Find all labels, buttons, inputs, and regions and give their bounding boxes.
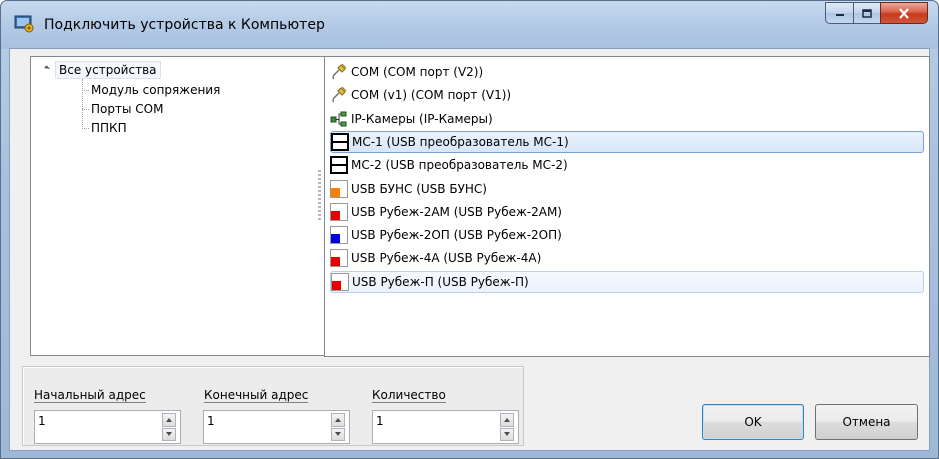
- device-label: COM (COM порт (V2)): [351, 65, 484, 79]
- tree-item-ppkp[interactable]: ППКП: [82, 119, 127, 137]
- count-up-button[interactable]: [500, 413, 514, 427]
- device-label: COM (v1) (COM порт (V1)): [351, 88, 512, 103]
- device-label: МС-1 (USB преобразователь МС-1): [352, 134, 569, 149]
- device-list[interactable]: COM (COM порт (V2)) COM (v1) (COM порт (V…: [324, 56, 930, 357]
- device-label: USB Рубеж-2ОП (USB Рубеж-2ОП): [351, 228, 562, 243]
- device-list-item[interactable]: USB Рубеж-4А (USB Рубеж-4А): [330, 247, 541, 269]
- app-icon: [14, 15, 34, 33]
- count-label: Количество: [372, 388, 446, 403]
- arrow-down-icon: [504, 432, 510, 437]
- device-square-icon: [330, 226, 348, 245]
- tree-connector: [82, 89, 89, 91]
- tree-item-interface-module[interactable]: Модуль сопряжения: [82, 81, 220, 99]
- device-tree[interactable]: Все устройства Модуль сопряжения Порты C…: [30, 56, 325, 356]
- end-address-value[interactable]: 1: [207, 414, 215, 428]
- converter-icon: [330, 156, 348, 175]
- start-address-label: Начальный адрес: [34, 388, 146, 403]
- address-panel: Начальный адрес 1 Конечный адрес 1 Колич…: [22, 366, 524, 446]
- arrow-up-icon: [504, 417, 510, 422]
- arrow-up-icon: [166, 417, 172, 422]
- title-bar[interactable]: Подключить устройства к Компьютер: [1, 1, 938, 49]
- close-icon: [899, 7, 909, 19]
- device-label: USB Рубеж-4А (USB Рубеж-4А): [351, 251, 542, 266]
- ok-button[interactable]: OK: [702, 404, 804, 440]
- device-list-item[interactable]: COM (COM порт (V2)): [330, 61, 483, 83]
- com-plug-icon: [330, 63, 348, 81]
- tree-item-com-ports[interactable]: Порты COM: [82, 100, 163, 118]
- end-address-spinner[interactable]: 1: [203, 410, 350, 444]
- start-address-spinner[interactable]: 1: [34, 410, 181, 444]
- start-address-up-button[interactable]: [162, 413, 176, 427]
- device-square-icon: [330, 202, 348, 221]
- tree-connector: [82, 108, 89, 110]
- device-square-icon: [330, 179, 348, 198]
- end-address-up-button[interactable]: [331, 413, 345, 427]
- device-list-item[interactable]: COM (v1) (COM порт (V1)): [330, 84, 511, 106]
- tree-item-label: Порты COM: [91, 102, 164, 116]
- start-address-down-button[interactable]: [162, 427, 176, 441]
- tree-item-label: Модуль сопряжения: [91, 83, 221, 97]
- minimize-icon: [835, 14, 844, 16]
- network-icon: [330, 110, 348, 128]
- arrow-down-icon: [335, 432, 341, 437]
- end-address-label: Конечный адрес: [204, 388, 309, 403]
- device-list-item[interactable]: IP-Камеры (IP-Камеры): [330, 108, 493, 130]
- device-label: IP-Камеры (IP-Камеры): [351, 111, 493, 126]
- arrow-down-icon: [166, 432, 172, 437]
- count-down-button[interactable]: [500, 427, 514, 441]
- device-list-item[interactable]: МС-1 (USB преобразователь МС-1): [330, 130, 924, 153]
- device-list-item[interactable]: USB Рубеж-2АМ (USB Рубеж-2АМ): [330, 201, 562, 223]
- tree-root-item[interactable]: Все устройства: [55, 60, 161, 79]
- tree-item-label: ППКП: [91, 121, 127, 135]
- device-label: USB БУНС (USB БУНС): [351, 181, 487, 196]
- count-value[interactable]: 1: [376, 414, 384, 428]
- splitter-handle[interactable]: [318, 170, 321, 220]
- close-button[interactable]: [880, 2, 928, 24]
- converter-icon: [331, 132, 349, 151]
- tree-connector: [82, 127, 89, 129]
- expand-arrow-icon[interactable]: [43, 65, 51, 72]
- caption-buttons: [825, 2, 928, 24]
- window-title: Подключить устройства к Компьютер: [44, 17, 325, 33]
- arrow-up-icon: [335, 417, 341, 422]
- device-square-icon: [330, 249, 348, 268]
- tree-root-label: Все устройства: [55, 60, 161, 79]
- device-list-item[interactable]: USB Рубеж-2ОП (USB Рубеж-2ОП): [330, 224, 562, 246]
- device-label: USB Рубеж-П (USB Рубеж-П): [352, 274, 529, 289]
- maximize-icon: [862, 8, 872, 18]
- device-list-item[interactable]: USB Рубеж-П (USB Рубеж-П): [330, 270, 924, 293]
- device-list-item[interactable]: МС-2 (USB преобразователь МС-2): [330, 154, 568, 176]
- device-square-icon: [331, 272, 349, 291]
- start-address-value[interactable]: 1: [38, 414, 46, 428]
- maximize-button[interactable]: [853, 2, 880, 24]
- com-plug-icon: [330, 86, 348, 104]
- count-spinner[interactable]: 1: [372, 410, 519, 444]
- end-address-down-button[interactable]: [331, 427, 345, 441]
- cancel-button[interactable]: Отмена: [815, 404, 918, 440]
- device-label: МС-2 (USB преобразователь МС-2): [351, 158, 568, 173]
- minimize-button[interactable]: [825, 2, 853, 24]
- device-list-item[interactable]: USB БУНС (USB БУНС): [330, 178, 487, 200]
- device-label: USB Рубеж-2АМ (USB Рубеж-2АМ): [351, 204, 562, 219]
